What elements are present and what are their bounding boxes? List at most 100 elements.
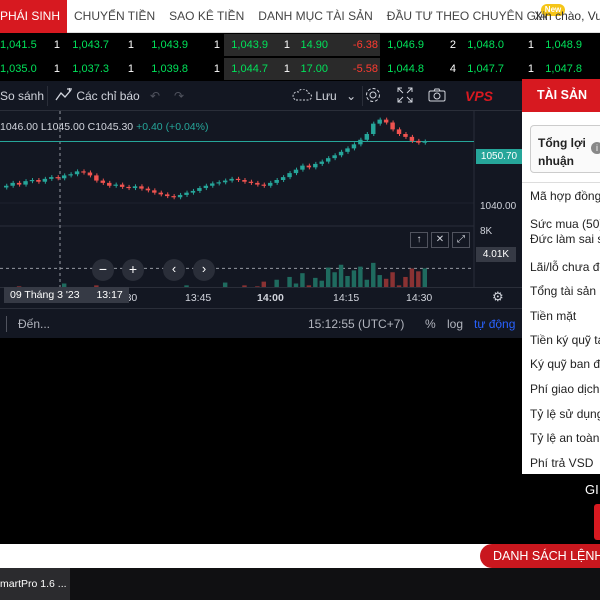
tab-sao-ke-tien[interactable]: SAO KÊ TIỀN <box>162 0 251 33</box>
toolbar-divider <box>362 86 363 106</box>
date-range-button[interactable]: Đến... <box>18 309 50 339</box>
price-cell: 1,043.9 <box>151 39 188 51</box>
pane-close-icon[interactable]: ✕ <box>431 232 449 248</box>
price-chart[interactable] <box>0 81 522 308</box>
candle-body <box>49 177 54 179</box>
scroll-right-button[interactable]: › <box>193 259 215 281</box>
candle-body <box>94 175 99 181</box>
axis-settings-icon[interactable]: ⚙ <box>492 289 504 305</box>
candle-body <box>126 186 131 189</box>
candle-body <box>36 180 41 182</box>
asset-panel: TÀI SẢN Tổng lợi nhuận i Mã hợp đồng Sức … <box>522 79 600 544</box>
tab-tai-san[interactable]: TÀI SẢN <box>522 79 600 112</box>
price-cell: 1 <box>527 39 534 51</box>
asset-item-label: Phí giao dịch <box>530 382 600 396</box>
candle-body <box>300 165 305 170</box>
save-button[interactable]: Lưu ⌄ <box>292 81 356 111</box>
candle-body <box>325 158 331 162</box>
candle-body <box>210 183 215 186</box>
candle-body <box>119 184 125 187</box>
camera-icon[interactable] <box>428 81 446 111</box>
orders-list-button[interactable]: DANH SÁCH LỆNH <box>480 544 600 568</box>
candle-body <box>222 180 228 183</box>
price-cell: 1 <box>527 63 534 75</box>
undo-icon[interactable]: ↶ <box>150 81 160 111</box>
time-tick-1415: 14:15 <box>333 292 360 304</box>
legend-change: +0.40 (+0.04%) <box>136 121 209 133</box>
pane-maximize-icon[interactable]: ⤢ <box>452 232 470 248</box>
price-cell: 1,041.5 <box>0 39 37 51</box>
candle-body <box>184 192 189 195</box>
price-cell: 1,048.0 <box>467 39 504 51</box>
asset-divider <box>522 182 600 183</box>
candle-body <box>287 173 292 178</box>
candle-body <box>306 165 312 168</box>
price-row: 1,041.5 1 1,043.7 1 1,043.9 1 1,043.9 1 14.90 -6.… <box>0 34 600 56</box>
candle-body <box>74 171 80 175</box>
price-cell: 1 <box>127 63 134 75</box>
candle-body <box>229 178 234 181</box>
candle-body <box>319 161 324 164</box>
status-divider <box>6 316 7 332</box>
chart-panel: So sánh Các chỉ báo ↶ ↷ Lưu ⌄ VPS 1046.0… <box>0 81 522 313</box>
asset-item-label: Phí trả VSD <box>530 456 594 470</box>
candle-body <box>197 188 202 191</box>
panel-footer: GI <box>522 474 600 544</box>
price-cell: 1 <box>213 63 220 75</box>
redo-icon[interactable]: ↷ <box>174 81 184 111</box>
price-cell: 1,048.9 <box>545 39 582 51</box>
tab-chuyen-tien[interactable]: CHUYỂN TIỀN <box>67 0 162 33</box>
ohlc-legend: 1046.00 L1045.00 C1045.30 +0.40 (+0.04%) <box>0 121 208 133</box>
taskbar-app-item[interactable]: martPro 1.6 ... <box>0 568 70 600</box>
candle-body <box>371 123 376 134</box>
crosshair-time: 13:17 <box>96 289 123 301</box>
candle-body <box>409 136 415 141</box>
price-cell: 1 <box>127 39 134 51</box>
asset-item-label: Mã hợp đồng <box>530 189 600 203</box>
price-cell: 4 <box>449 63 456 75</box>
candle-body <box>332 155 337 159</box>
price-cell: 1,044.7 <box>231 63 268 75</box>
candle-body <box>248 181 254 183</box>
tab-danh-muc-tai-san[interactable]: DANH MỤC TÀI SẢN <box>251 0 379 33</box>
price-cell: 1,047.7 <box>467 63 504 75</box>
legend-close: C1045.30 <box>87 121 134 133</box>
candle-body <box>42 178 48 182</box>
indicators-icon <box>55 86 72 101</box>
candle-body <box>351 144 357 149</box>
candle-body <box>383 119 389 123</box>
candle-body <box>171 196 176 198</box>
asset-item-label: Đức làm sai số <box>530 232 600 246</box>
candle-body <box>190 190 196 193</box>
scroll-left-button[interactable]: ‹ <box>163 259 185 281</box>
candle-body <box>396 129 402 134</box>
fullscreen-icon[interactable] <box>397 81 413 111</box>
price-cell: 17.00 <box>300 63 328 75</box>
log-toggle[interactable]: log <box>447 309 463 339</box>
indicators-button[interactable]: Các chỉ báo <box>55 81 140 111</box>
gear-icon[interactable] <box>364 81 382 111</box>
greeting-text: Xin chào, Vu <box>534 9 600 23</box>
candle-body <box>235 178 241 181</box>
candle-body <box>61 175 67 179</box>
candle-body <box>345 148 350 152</box>
tab-phai-sinh[interactable]: PHÁI SINH <box>0 0 68 33</box>
pane-up-icon[interactable]: ↑ <box>410 232 428 248</box>
candle-body <box>107 182 112 186</box>
zoom-in-button[interactable]: + <box>122 259 144 281</box>
panel-footer-button[interactable] <box>594 504 600 540</box>
zoom-out-button[interactable]: − <box>92 259 114 281</box>
auto-toggle[interactable]: tự động <box>474 309 515 339</box>
chart-toolbar: So sánh Các chỉ báo ↶ ↷ Lưu ⌄ VPS <box>0 81 522 111</box>
candle-body <box>242 180 247 182</box>
asset-item-label: Tiền ký quỹ tại <box>530 333 600 347</box>
percent-toggle[interactable]: % <box>425 309 436 339</box>
candle-body <box>132 186 138 189</box>
price-cell: 1 <box>592 34 600 56</box>
cloud-icon <box>292 88 312 101</box>
candle-body <box>216 182 221 184</box>
price-cell: -6.38 <box>352 39 378 51</box>
price-cell: -5.58 <box>352 63 378 75</box>
compare-button[interactable]: So sánh <box>0 81 44 111</box>
price-cell: 1,046.9 <box>387 39 424 51</box>
